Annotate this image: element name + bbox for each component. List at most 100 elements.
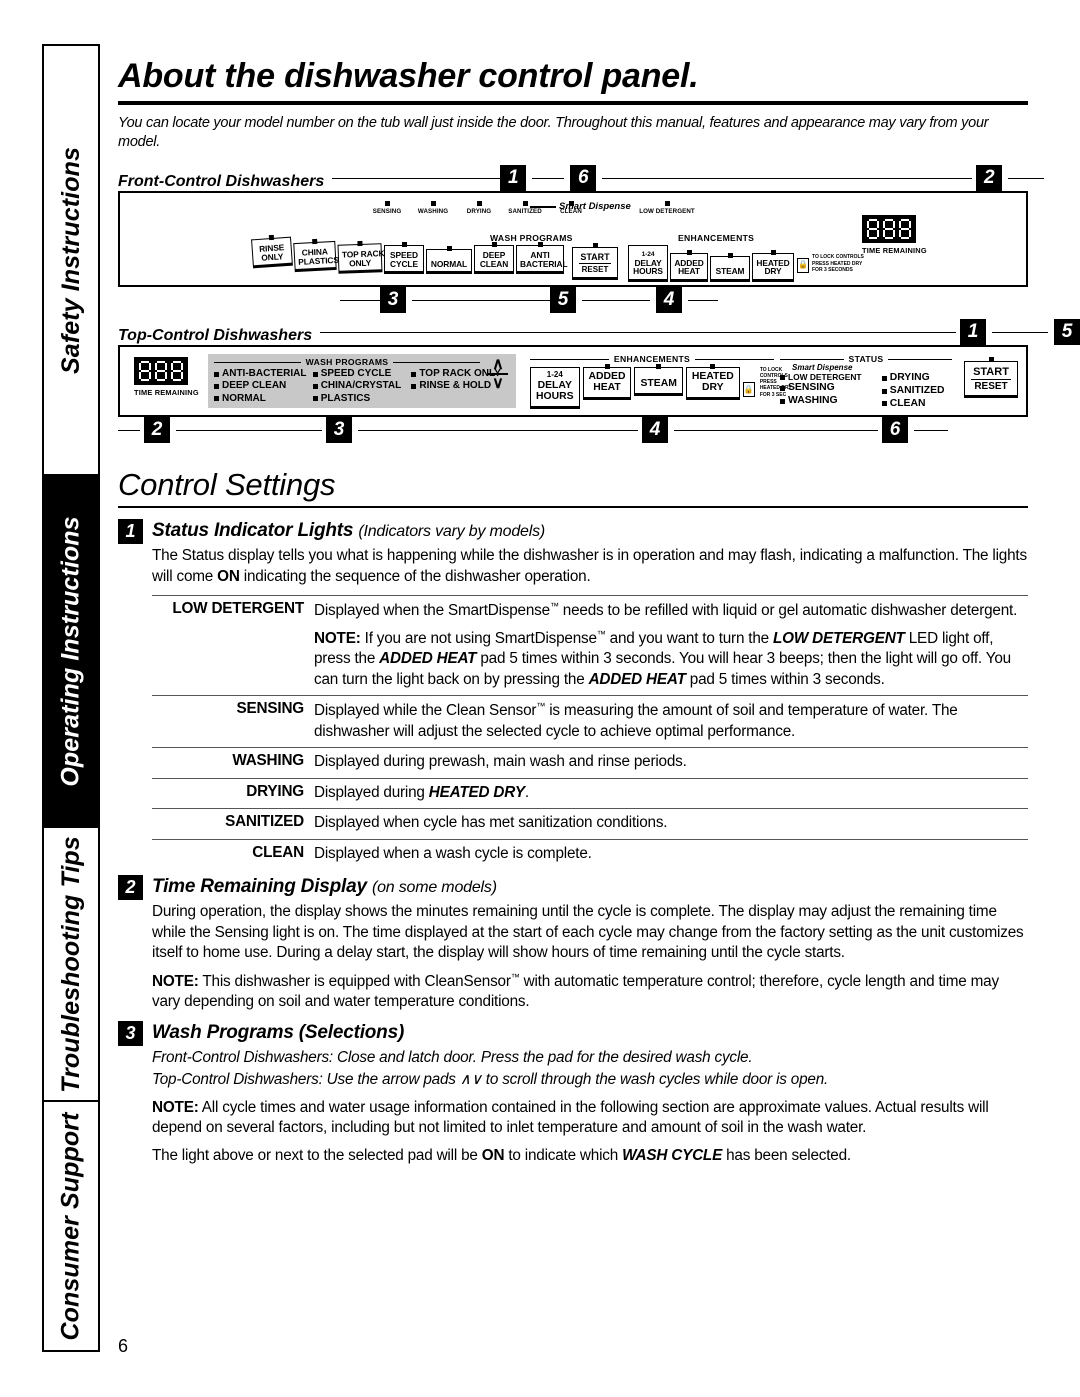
status-drying: DRYING bbox=[881, 372, 952, 385]
item1-intro: The Status display tells you what is hap… bbox=[152, 547, 1027, 585]
pad-china-plastics[interactable]: CHINA PLASTICS bbox=[293, 239, 339, 273]
pad-rinse-only[interactable]: RINSE ONLY bbox=[251, 235, 293, 269]
section-tab-rail: Safety Instructions Operating Instructio… bbox=[42, 44, 100, 1352]
led-indicator-dot bbox=[430, 201, 436, 207]
option-deep-clean[interactable]: DEEP CLEAN bbox=[214, 380, 309, 392]
wash-programs-header: 3 Wash Programs (Selections) bbox=[118, 1020, 1028, 1046]
item3-closing: The light above or next to the selected … bbox=[152, 1146, 851, 1164]
chevron-up-icon[interactable]: ∧ bbox=[484, 357, 512, 373]
option-anti-bacterial[interactable]: ANTI-BACTERIAL bbox=[214, 368, 309, 380]
led-washing: WASHING bbox=[410, 201, 456, 215]
callout-badge-6: 6 bbox=[570, 165, 597, 192]
sidebar-tab-label: Operating Instructions bbox=[56, 516, 85, 787]
definition-term: SENSING bbox=[236, 700, 305, 718]
option-speed-cycle[interactable]: SPEED CYCLE bbox=[312, 368, 408, 380]
item2-paragraph: During operation, the display shows the … bbox=[152, 903, 1024, 962]
pad-indicator-dot bbox=[537, 242, 543, 248]
front-enhancements-caption: ENHANCEMENTS bbox=[678, 233, 755, 244]
sidebar-tab-label: Safety Instructions bbox=[56, 146, 85, 374]
top-wash-programs-caption-row: WASH PROGRAMS bbox=[208, 354, 516, 367]
pad-top-rack-only[interactable]: TOP RACK ONLY bbox=[337, 241, 385, 275]
option-normal[interactable]: NORMAL bbox=[214, 393, 309, 405]
pad-heated-dry[interactable]: HEATED DRY bbox=[752, 249, 794, 282]
definition-term: CLEAN bbox=[252, 843, 304, 861]
status-indicator-lights-header: 1 Status Indicator Lights (Indicators va… bbox=[118, 519, 1028, 545]
callout-badge-2: 2 bbox=[144, 417, 170, 444]
pad-normal[interactable]: NORMAL bbox=[426, 245, 472, 275]
definition-clean: CLEAN Displayed when a wash cycle is com… bbox=[152, 838, 1028, 869]
seven-segment-display bbox=[862, 215, 916, 244]
front-time-remaining-display: TIME REMAINING bbox=[862, 215, 927, 255]
sidebar-tab-operating-instructions[interactable]: Operating Instructions bbox=[44, 476, 98, 829]
smart-dispense-leader-line bbox=[530, 205, 556, 208]
status-indicator-definitions: LOW DETERGENT Displayed when the SmartDi… bbox=[152, 595, 1028, 869]
pad-indicator-dot bbox=[710, 364, 716, 370]
definition-term: WASHING bbox=[232, 752, 304, 770]
pad-anti-bacterial[interactable]: ANTI BACTERIAL bbox=[516, 242, 568, 275]
chevron-down-icon[interactable]: ∨ bbox=[484, 376, 512, 392]
item-title: Wash Programs (Selections) bbox=[152, 1021, 405, 1043]
wash-programs-body: Front-Control Dishwashers: Close and lat… bbox=[152, 1048, 1028, 1166]
callout-badge-6: 6 bbox=[882, 417, 908, 444]
option-china-crystal[interactable]: CHINA/CRYSTAL bbox=[312, 380, 408, 392]
pad-indicator-dot bbox=[446, 245, 452, 251]
pad-indicator-dot bbox=[401, 242, 407, 248]
wash-programs-column-1: ANTI-BACTERIAL DEEP CLEAN NORMAL bbox=[214, 368, 309, 405]
pad-steam[interactable]: STEAM bbox=[634, 364, 683, 397]
definition-low-detergent: LOW DETERGENT Displayed when the SmartDi… bbox=[152, 595, 1028, 695]
top-control-panel: TIME REMAINING WASH PROGRAMS ANTI-BACTER… bbox=[118, 345, 1028, 418]
definition-drying: DRYING Displayed during HEATED DRY. bbox=[152, 777, 1028, 808]
sidebar-tab-label: Consumer Support bbox=[56, 1112, 85, 1341]
pad-speed-cycle[interactable]: SPEED CYCLE bbox=[384, 242, 424, 275]
pad-steam[interactable]: STEAM bbox=[710, 253, 750, 282]
led-sensing: SENSING bbox=[364, 201, 410, 215]
top-enhancements-block: ENHANCEMENTS 1-24 DELAY HOURS ADDED HEAT bbox=[530, 351, 792, 409]
item2-note: NOTE: This dishwasher is equipped with C… bbox=[152, 971, 999, 1011]
item-number-badge: 2 bbox=[118, 875, 143, 901]
top-time-remaining-display: TIME REMAINING bbox=[134, 357, 199, 397]
pad-deep-clean[interactable]: DEEP CLEAN bbox=[474, 242, 514, 275]
top-time-remaining-caption: TIME REMAINING bbox=[134, 388, 199, 398]
definition-term: SANITIZED bbox=[225, 813, 304, 831]
front-wash-programs-caption: WASH PROGRAMS bbox=[490, 233, 573, 244]
intro-text: You can locate your model number on the … bbox=[118, 115, 989, 150]
pad-indicator-dot bbox=[727, 253, 733, 259]
definition-sanitized: SANITIZED Displayed when cycle has met s… bbox=[152, 808, 1028, 838]
top-control-label: Top-Control Dishwashers bbox=[118, 327, 313, 345]
item3-note: NOTE: All cycle times and water usage in… bbox=[152, 1098, 989, 1137]
definition-term: LOW DETERGENT bbox=[172, 600, 304, 618]
led-low-detergent: LOW DETERGENT bbox=[630, 201, 704, 215]
pad-indicator-dot bbox=[311, 239, 317, 245]
time-remaining-display-header: 2 Time Remaining Display (on some models… bbox=[118, 875, 1028, 901]
sidebar-tab-consumer-support[interactable]: Consumer Support bbox=[44, 1102, 98, 1350]
seven-segment-display bbox=[134, 357, 188, 386]
lock-icon[interactable]: 🔒 bbox=[742, 379, 755, 398]
top-enhancements-caption-row: ENHANCEMENTS bbox=[530, 351, 774, 364]
status-column-1: LOW DETERGENT SENSING WASHING bbox=[780, 372, 876, 410]
top-start-reset-pad[interactable]: START RESET bbox=[964, 357, 1018, 399]
pad-indicator-dot bbox=[988, 357, 994, 363]
pad-added-heat[interactable]: ADDED HEAT bbox=[582, 364, 632, 400]
sidebar-tab-safety-instructions[interactable]: Safety Instructions bbox=[44, 46, 98, 477]
status-low-detergent: LOW DETERGENT bbox=[780, 372, 876, 382]
top-wash-programs-options: ANTI-BACTERIAL DEEP CLEAN NORMAL SPEED C… bbox=[208, 367, 516, 405]
front-start-reset-pad[interactable]: START RESET bbox=[572, 243, 618, 281]
lock-icon[interactable]: 🔒 bbox=[797, 254, 809, 273]
option-plastics[interactable]: PLASTICS bbox=[312, 393, 408, 405]
pad-delay-hours[interactable]: 1-24 DELAY HOURS bbox=[628, 245, 668, 282]
definition-body: Displayed when cycle has met sanitizatio… bbox=[314, 814, 668, 832]
definition-body: Displayed during prewash, main wash and … bbox=[314, 753, 687, 771]
top-scroll-arrows: ∧ ∨ bbox=[484, 357, 512, 392]
control-settings-divider bbox=[118, 506, 1028, 509]
led-indicator-dot bbox=[476, 201, 482, 207]
callout-badge-2: 2 bbox=[976, 165, 1003, 192]
front-control-label: Front-Control Dishwashers bbox=[118, 173, 325, 191]
pad-added-heat[interactable]: ADDED HEAT bbox=[670, 249, 708, 282]
callout-badge-3: 3 bbox=[380, 287, 406, 314]
pad-heated-dry[interactable]: HEATED DRY bbox=[685, 364, 740, 400]
sidebar-tab-troubleshooting-tips[interactable]: Troubleshooting Tips bbox=[44, 828, 98, 1103]
front-callout-row-bottom: 3 5 4 bbox=[118, 287, 1028, 314]
status-washing: WASHING bbox=[780, 395, 876, 408]
pad-delay-hours[interactable]: 1-24 DELAY HOURS bbox=[530, 367, 580, 409]
front-control-panel: SENSING WASHING DRYING SANITIZED CLEAN L… bbox=[118, 191, 1028, 288]
